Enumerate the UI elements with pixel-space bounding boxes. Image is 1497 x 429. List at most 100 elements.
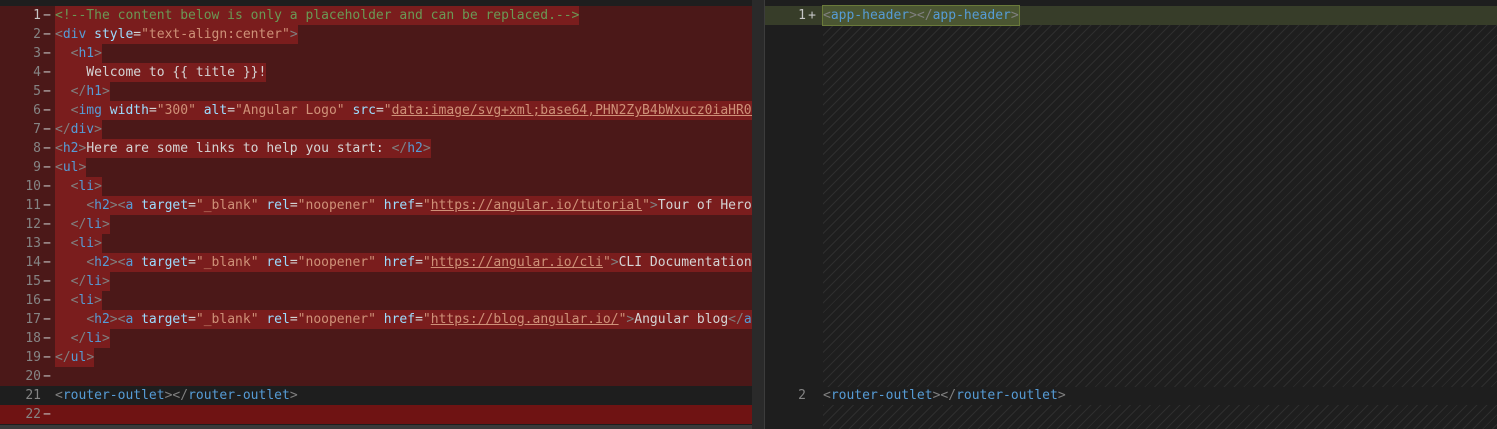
code-line[interactable]: 14− <h2><a target="_blank" rel="noopener…: [0, 253, 765, 272]
code-line[interactable]: 22−: [0, 405, 765, 424]
delete-marker: −: [43, 103, 51, 118]
line-number: 2: [798, 388, 806, 403]
line-number: 16: [25, 293, 41, 308]
code-line[interactable]: 7− </div>: [0, 120, 765, 139]
code-token: </: [55, 122, 71, 137]
code-token: style: [94, 27, 134, 42]
line-gutter: 10−: [0, 177, 55, 196]
code-line[interactable]: 12− </li>: [0, 215, 765, 234]
line-number: 7: [33, 122, 41, 137]
line-gutter: 5−: [0, 82, 55, 101]
code-line[interactable]: 18− </li>: [0, 329, 765, 348]
code-token: href: [383, 198, 416, 213]
delete-marker: −: [43, 407, 51, 422]
code-token: ></: [932, 388, 957, 403]
code-token: >: [289, 27, 298, 42]
delete-marker: −: [43, 27, 51, 42]
code-token: h1: [78, 46, 95, 61]
code-token: img: [78, 103, 102, 118]
code-token: rel: [266, 255, 290, 270]
code-token: "noopener": [297, 312, 376, 327]
code-token: =: [148, 103, 157, 118]
code-line[interactable]: 13− <li>: [0, 234, 765, 253]
code-line[interactable]: 8− <h2>Here are some links to help you st…: [0, 139, 765, 158]
line-code: <h1>: [55, 44, 102, 63]
code-token: "Angular Logo": [235, 103, 345, 118]
code-line[interactable]: 2− <div style="text-align:center">: [0, 25, 765, 44]
overview-ruler[interactable]: [752, 0, 764, 429]
code-line[interactable]: 6− <img width="300" alt="Angular Logo" s…: [0, 101, 765, 120]
code-token: href: [383, 255, 416, 270]
line-gutter: 13−: [0, 234, 55, 253]
code-line[interactable]: 4− Welcome to {{ title }}!: [0, 63, 765, 82]
code-line[interactable]: 11− <h2><a target="_blank" rel="noopener…: [0, 196, 765, 215]
delete-marker: −: [43, 160, 51, 175]
delete-marker: −: [43, 293, 51, 308]
code-token: "_blank": [195, 312, 259, 327]
code-token: =: [375, 103, 384, 118]
code-token: app-header: [932, 8, 1011, 23]
line-code: </h1>: [55, 82, 110, 101]
code-line[interactable]: 15− </li>: [0, 272, 765, 291]
code-token: li: [86, 274, 102, 289]
code-line[interactable]: 1− <!--The content below is only a placeh…: [0, 6, 765, 25]
code-token: https://blog.angular.io/: [430, 312, 619, 327]
code-line[interactable]: 5− </h1>: [0, 82, 765, 101]
horizontal-scrollbar[interactable]: [0, 425, 752, 429]
code-token: router-outlet: [188, 388, 290, 403]
original-pane[interactable]: 1− <!--The content below is only a placeh…: [0, 0, 765, 429]
line-gutter: 18−: [0, 329, 55, 348]
line-code: Welcome to {{ title }}!: [55, 63, 267, 82]
delete-marker: −: [43, 274, 51, 289]
line-number: 20: [25, 369, 41, 384]
code-token: https://angular.io/tutorial: [430, 198, 643, 213]
code-line[interactable]: 16− <li>: [0, 291, 765, 310]
insert-marker: +: [808, 8, 816, 23]
code-line[interactable]: 1 + <app-header></app-header>: [765, 5, 1497, 26]
line-gutter: 16−: [0, 291, 55, 310]
line-gutter: 21: [0, 386, 55, 405]
line-number: 22: [25, 407, 41, 422]
line-gutter: 1 +: [765, 6, 820, 25]
line-code: </li>: [55, 272, 110, 291]
code-line[interactable]: 21 <router-outlet></router-outlet>: [0, 386, 765, 405]
line-code: </li>: [55, 329, 110, 348]
code-line[interactable]: 2 <router-outlet></router-outlet>: [765, 386, 1497, 405]
line-number: 5: [33, 84, 41, 99]
code-token: </: [55, 350, 71, 365]
line-code: <img width="300" alt="Angular Logo" src=…: [55, 101, 765, 120]
code-token: target: [141, 255, 189, 270]
code-token: alt: [203, 103, 228, 118]
code-token: CLI Documentation: [618, 255, 752, 270]
line-gutter: 2−: [0, 25, 55, 44]
line-number: 1: [798, 8, 806, 23]
code-token: href: [383, 312, 416, 327]
modified-pane[interactable]: 1 + <app-header></app-header> 2 <router-outl…: [765, 0, 1497, 429]
code-line[interactable]: 20−: [0, 367, 765, 386]
code-token: >: [289, 388, 298, 403]
code-line[interactable]: 19− </ul>: [0, 348, 765, 367]
code-line[interactable]: 10− <li>: [0, 177, 765, 196]
delete-marker: −: [43, 236, 51, 251]
code-token: =: [289, 198, 298, 213]
code-token: h1: [86, 84, 102, 99]
code-token: li: [78, 236, 95, 251]
line-gutter: 9−: [0, 158, 55, 177]
line-code: <h2><a target="_blank" rel="noopener" hr…: [55, 253, 765, 272]
line-number: 19: [25, 350, 41, 365]
code-token: "_blank": [195, 198, 259, 213]
code-line[interactable]: 9− <ul>: [0, 158, 765, 177]
code-token: ": [383, 103, 392, 118]
code-token: ul: [70, 350, 87, 365]
code-token: Angular blog: [634, 312, 729, 327]
code-token: >: [94, 236, 102, 251]
code-token: >: [78, 160, 87, 175]
code-token: =: [289, 312, 298, 327]
code-line[interactable]: 17− <h2><a target="_blank" rel="noopener…: [0, 310, 765, 329]
code-token: target: [141, 198, 189, 213]
line-gutter: 3−: [0, 44, 55, 63]
code-line[interactable]: 3− <h1>: [0, 44, 765, 63]
